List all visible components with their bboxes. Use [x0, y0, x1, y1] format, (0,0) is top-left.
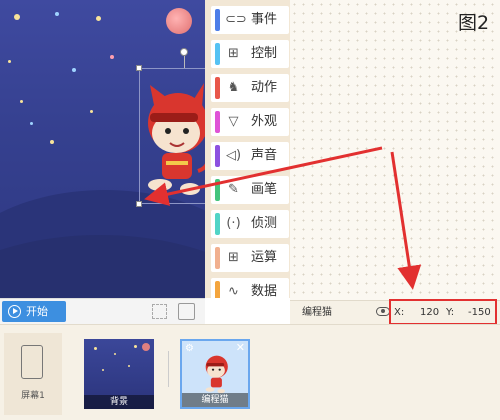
category-events[interactable]: ⊂⊃ 事件: [211, 6, 289, 34]
star: [114, 353, 116, 355]
close-icon[interactable]: ✕: [236, 341, 245, 354]
category-looks[interactable]: ▽ 外观: [211, 108, 289, 136]
category-label: 运算: [251, 250, 278, 265]
category-label: 事件: [251, 12, 278, 27]
sprite-label: 编程猫: [182, 393, 248, 407]
star: [8, 60, 11, 63]
category-color-stripe: [215, 145, 220, 167]
chart-line-icon: ∿: [228, 284, 239, 299]
toggle-icon: ⊂⊃: [225, 12, 247, 27]
star: [50, 140, 54, 144]
category-color-stripe: [215, 43, 220, 65]
stage-toolbar: 开始: [0, 298, 205, 324]
gamepad-icon: ⊞: [228, 46, 239, 61]
moon: [142, 343, 150, 351]
star: [55, 12, 59, 16]
small-stage-icon[interactable]: [178, 303, 195, 320]
category-label: 外观: [251, 114, 278, 129]
star: [134, 345, 137, 348]
category-color-stripe: [215, 247, 220, 269]
star: [96, 16, 101, 21]
moon: [166, 8, 192, 34]
star: [110, 55, 114, 59]
calculator-icon: ⊞: [228, 250, 239, 265]
start-button-label: 开始: [26, 305, 48, 318]
screen-card[interactable]: 屏幕1: [4, 333, 62, 415]
hill: [0, 235, 205, 298]
background-label: 背景: [84, 395, 154, 409]
rotation-line: [184, 56, 185, 68]
category-label: 声音: [251, 148, 278, 163]
star: [128, 365, 130, 367]
category-label: 数据: [251, 284, 278, 298]
phone-icon: [21, 345, 43, 379]
rotation-handle[interactable]: [180, 48, 188, 56]
category-color-stripe: [215, 179, 220, 201]
coordinate-highlight-box: [389, 299, 497, 325]
star: [102, 369, 104, 371]
category-color-stripe: [215, 9, 220, 31]
start-button[interactable]: 开始: [2, 301, 66, 322]
category-label: 画笔: [251, 182, 278, 197]
background-thumbnail[interactable]: 背景: [84, 339, 154, 409]
star: [30, 122, 33, 125]
category-color-stripe: [215, 77, 220, 99]
category-control[interactable]: ⊞ 控制: [211, 40, 289, 68]
running-icon: ♞: [227, 80, 240, 95]
block-categories: ⊂⊃ 事件 ⊞ 控制 ♞ 动作 ▽ 外观 ◁) 声音 ✎ 画笔 (·) 侦测 ⊞…: [205, 0, 290, 298]
sensor-icon: (·): [226, 216, 241, 231]
sprite-cat-thumbnail: [205, 355, 228, 394]
category-sound[interactable]: ◁) 声音: [211, 142, 289, 170]
star: [90, 110, 93, 113]
category-motion[interactable]: ♞ 动作: [211, 74, 289, 102]
stage[interactable]: [0, 0, 205, 298]
star: [20, 100, 23, 103]
sprite-cat[interactable]: [140, 75, 205, 205]
category-label: 侦测: [251, 216, 278, 231]
sprite-library: 屏幕1 背景 ⚙ ✕ 编程猫: [0, 324, 500, 420]
code-workspace[interactable]: [290, 0, 500, 324]
category-color-stripe: [215, 111, 220, 133]
speaker-icon: ◁): [225, 148, 242, 163]
star: [14, 14, 20, 20]
eye-icon[interactable]: [376, 307, 390, 316]
category-data[interactable]: ∿ 数据: [211, 278, 289, 298]
category-color-stripe: [215, 281, 220, 298]
divider: [168, 351, 169, 387]
category-sensing[interactable]: (·) 侦测: [211, 210, 289, 238]
gear-icon[interactable]: ⚙: [185, 343, 194, 354]
fullscreen-icon[interactable]: [152, 304, 167, 319]
shirt-icon: ▽: [228, 114, 239, 129]
category-operators[interactable]: ⊞ 运算: [211, 244, 289, 272]
category-pen[interactable]: ✎ 画笔: [211, 176, 289, 204]
star: [72, 68, 76, 72]
category-label: 控制: [251, 46, 278, 61]
sprite-name: 编程猫: [302, 307, 332, 318]
figure-label: 图2: [458, 12, 490, 34]
screen-label: 屏幕1: [21, 391, 45, 401]
pen-icon: ✎: [228, 182, 239, 197]
sprite-thumbnail[interactable]: ⚙ ✕ 编程猫: [180, 339, 250, 409]
resize-handle[interactable]: [136, 65, 142, 71]
play-icon: [8, 305, 21, 318]
star: [94, 347, 97, 350]
category-label: 动作: [251, 80, 278, 95]
category-color-stripe: [215, 213, 220, 235]
